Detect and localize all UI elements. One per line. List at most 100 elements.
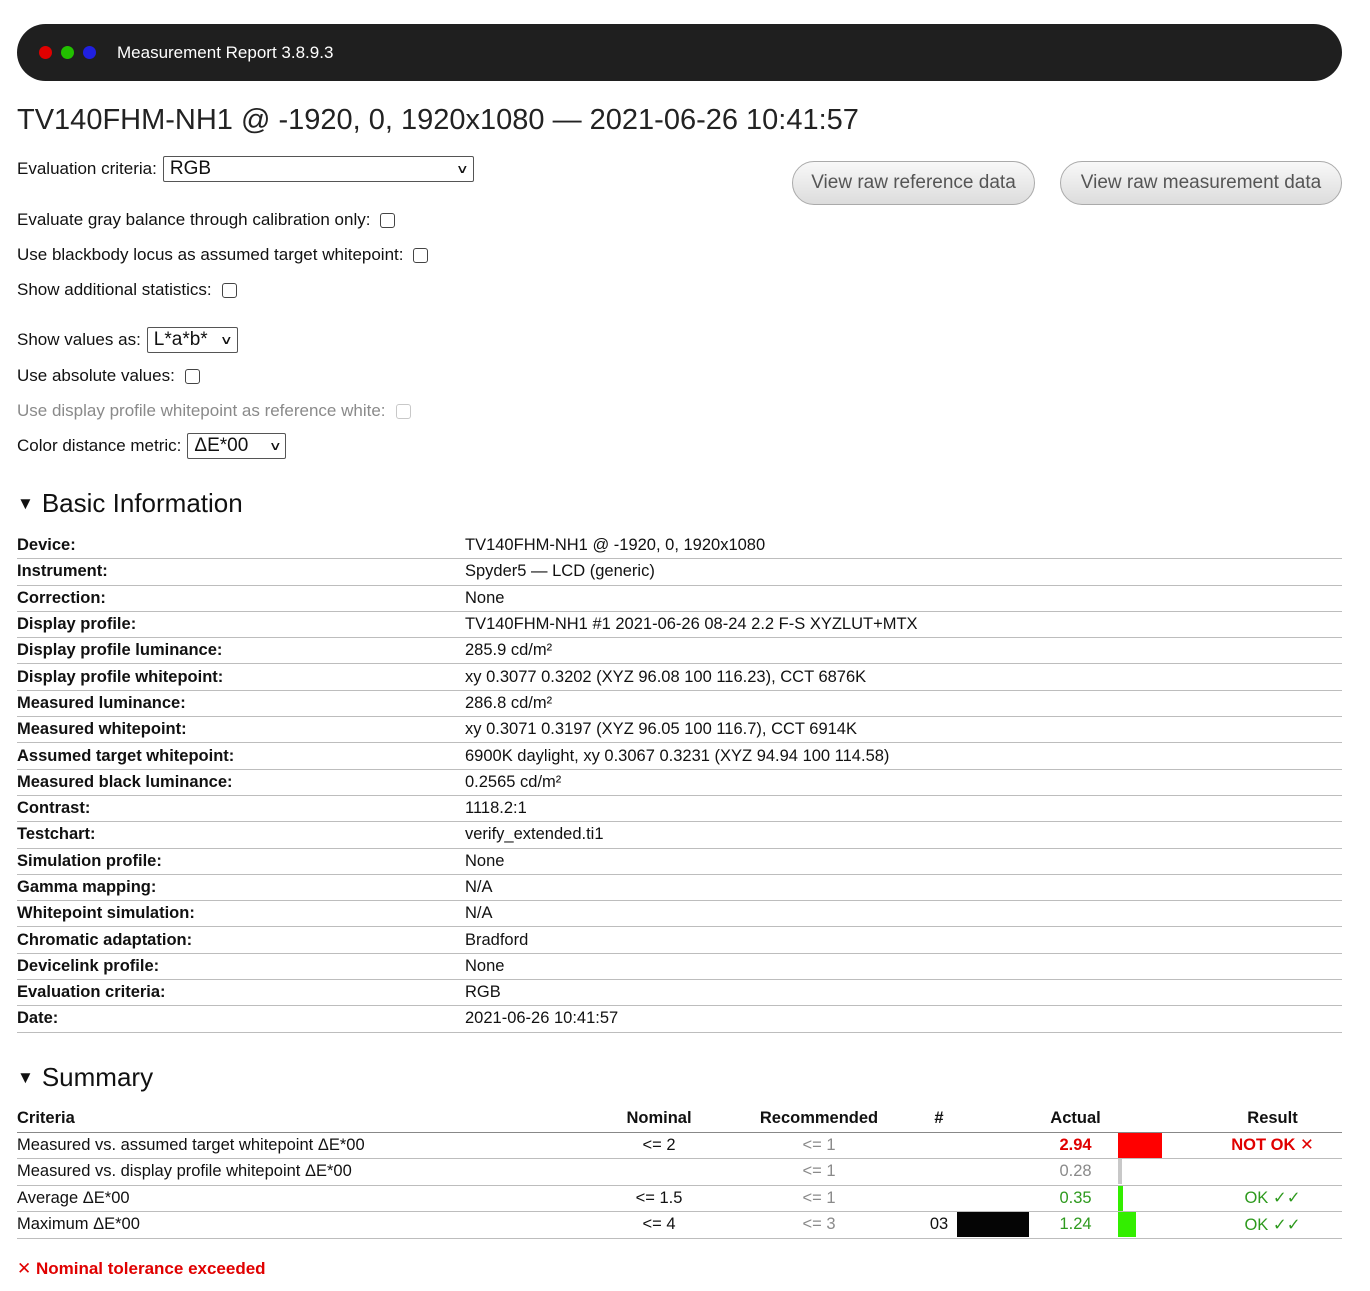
summary-row: Measured vs. assumed target whitepoint Δ… [17, 1132, 1342, 1159]
info-key: Whitepoint simulation: [17, 900, 465, 928]
number-cell [921, 1158, 957, 1186]
info-key: Simulation profile: [17, 848, 465, 875]
info-key: Device: [17, 533, 465, 560]
info-row: Measured whitepoint: xy 0.3071 0.3197 (XY… [17, 716, 1342, 744]
actual-cell: 0.35 [1033, 1185, 1118, 1212]
info-value: N/A [465, 900, 1342, 928]
result-cell: OK ✓✓ [1203, 1185, 1342, 1212]
info-key: Instrument: [17, 558, 465, 586]
evaluation-criteria-label: Evaluation criteria: [17, 159, 157, 178]
bar-cell [1118, 1211, 1203, 1239]
actual-cell: 1.24 [1033, 1211, 1118, 1239]
chevron-down-icon: ∨ [219, 333, 233, 347]
view-raw-reference-button[interactable]: View raw reference data [792, 161, 1035, 205]
summary-title: Summary [41, 1062, 154, 1092]
info-row: Chromatic adaptation: Bradford [17, 926, 1342, 954]
info-key: Assumed target whitepoint: [17, 742, 465, 770]
info-value: 285.9 cd/m² [465, 637, 1342, 665]
info-value: None [465, 585, 1342, 612]
criteria-cell: Measured vs. display profile whitepoint … [17, 1158, 601, 1186]
info-row: Instrument: Spyder5 — LCD (generic) [17, 558, 1342, 586]
show-values-option: Show values as: L*a*b* ∨ [17, 327, 238, 353]
info-value: Spyder5 — LCD (generic) [465, 558, 1342, 586]
info-value: 6900K daylight, xy 0.3067 0.3231 (XYZ 94… [465, 742, 1342, 770]
actual-header: Actual [1033, 1106, 1118, 1133]
additional-stats-checkbox[interactable] [221, 282, 237, 298]
info-value: TV140FHM-NH1 @ -1920, 0, 1920x1080 [465, 533, 1342, 560]
evaluation-criteria-select[interactable]: RGB ∨ [162, 156, 474, 182]
info-key: Date: [17, 1005, 465, 1033]
color-distance-select[interactable]: ΔE*00 ∨ [187, 433, 287, 459]
info-key: Measured black luminance: [17, 769, 465, 796]
absolute-values-label: Use absolute values: [17, 366, 175, 385]
chevron-down-icon: ∨ [455, 162, 470, 176]
info-key: Measured whitepoint: [17, 716, 465, 744]
info-row: Assumed target whitepoint: 6900K daylight… [17, 742, 1342, 770]
info-key: Measured luminance: [17, 690, 465, 718]
criteria-header: Criteria [17, 1106, 601, 1133]
blackbody-label: Use blackbody locus as assumed target wh… [17, 245, 404, 264]
info-row: Whitepoint simulation: N/A [17, 900, 1342, 928]
info-key: Correction: [17, 585, 465, 612]
info-value: None [465, 953, 1342, 981]
summary-row: Average ΔE*00 <= 1.5 <= 1 0.35 OK ✓✓ [17, 1185, 1342, 1212]
criteria-cell: Maximum ΔE*00 [17, 1211, 601, 1239]
number-cell [921, 1132, 957, 1159]
nominal-tolerance-warning: ✕ Nominal tolerance exceeded [17, 1259, 266, 1278]
info-key: Devicelink profile: [17, 953, 465, 981]
minimize-dot-icon[interactable] [83, 46, 96, 59]
info-value: 2021-06-26 10:41:57 [465, 1005, 1342, 1033]
close-dot-icon[interactable] [39, 46, 52, 59]
triangle-down-icon: ▼ [17, 1067, 34, 1087]
nominal-cell [601, 1158, 717, 1186]
nominal-cell: <= 2 [601, 1132, 717, 1159]
info-row: Display profile: TV140FHM-NH1 #1 2021-06-… [17, 611, 1342, 639]
chevron-down-icon: ∨ [268, 439, 282, 453]
maximize-dot-icon[interactable] [61, 46, 74, 59]
display-profile-whitepoint-label: Use display profile whitepoint as refere… [17, 401, 386, 420]
info-row: Contrast: 1118.2:1 [17, 795, 1342, 823]
absolute-values-checkbox[interactable] [184, 368, 200, 384]
additional-stats-option: Show additional statistics: [17, 280, 237, 300]
basic-information-title: Basic Information [41, 488, 243, 518]
recommended-cell: <= 3 [717, 1211, 921, 1239]
swatch-cell [957, 1211, 1033, 1239]
info-row: Testchart: verify_extended.ti1 [17, 821, 1342, 849]
basic-information-heading[interactable]: ▼ Basic Information [17, 488, 243, 519]
info-row: Device: TV140FHM-NH1 @ -1920, 0, 1920x108… [17, 533, 1342, 560]
recommended-cell: <= 1 [717, 1158, 921, 1186]
swatch-header [957, 1106, 1033, 1133]
window-title: Measurement Report 3.8.9.3 [117, 42, 334, 62]
evaluation-criteria-option: Evaluation criteria: RGB ∨ [17, 156, 474, 182]
info-row: Devicelink profile: None [17, 953, 1342, 981]
info-key: Chromatic adaptation: [17, 926, 465, 954]
result-cell [1203, 1158, 1342, 1186]
show-values-select[interactable]: L*a*b* ∨ [146, 327, 238, 353]
recommended-cell: <= 1 [717, 1132, 921, 1159]
info-value: xy 0.3071 0.3197 (XYZ 96.05 100 116.7), … [465, 716, 1342, 744]
result-cell: OK ✓✓ [1203, 1211, 1342, 1239]
summary-header-row: Criteria Nominal Recommended # Actual Re… [17, 1106, 1342, 1133]
display-profile-whitepoint-option: Use display profile whitepoint as refere… [17, 401, 411, 421]
blackbody-checkbox[interactable] [413, 247, 429, 263]
info-row: Date: 2021-06-26 10:41:57 [17, 1005, 1342, 1033]
result-cell: NOT OK ✕ [1203, 1132, 1342, 1159]
summary-row: Measured vs. display profile whitepoint … [17, 1158, 1342, 1186]
delta-bar [1118, 1132, 1162, 1158]
nominal-cell: <= 4 [601, 1211, 717, 1239]
info-key: Display profile luminance: [17, 637, 465, 665]
summary-heading[interactable]: ▼ Summary [17, 1062, 153, 1093]
gray-balance-checkbox[interactable] [380, 212, 396, 228]
info-row: Simulation profile: None [17, 848, 1342, 875]
bar-cell [1118, 1158, 1203, 1186]
number-cell: 03 [921, 1211, 957, 1239]
bar-header [1118, 1106, 1203, 1133]
show-values-value: L*a*b* [153, 329, 208, 350]
actual-cell: 2.94 [1033, 1132, 1118, 1159]
info-value: None [465, 848, 1342, 875]
view-raw-measurement-button[interactable]: View raw measurement data [1060, 161, 1342, 205]
info-value: 286.8 cd/m² [465, 690, 1342, 718]
nominal-header: Nominal [601, 1106, 717, 1133]
info-value: 1118.2:1 [465, 795, 1342, 823]
color-distance-label: Color distance metric: [17, 436, 182, 455]
